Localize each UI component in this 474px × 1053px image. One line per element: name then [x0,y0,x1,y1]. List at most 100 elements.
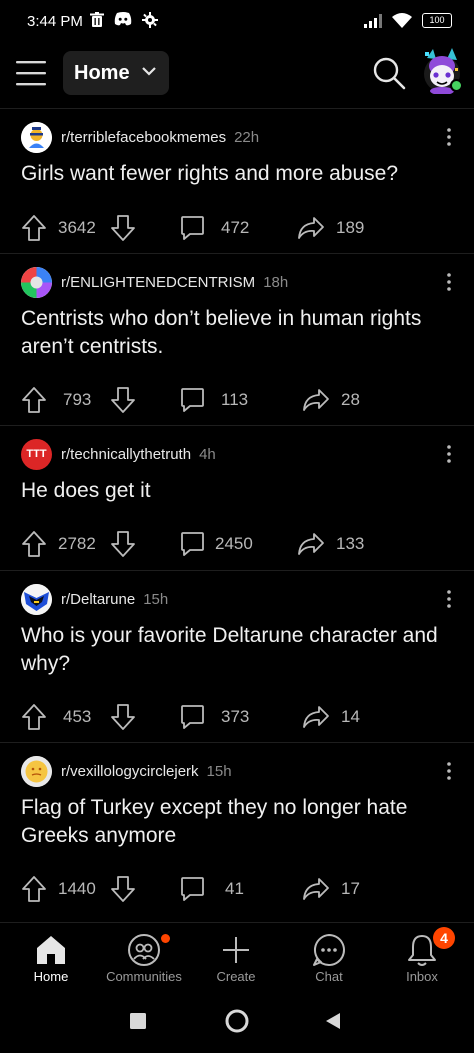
share-button[interactable]: 133 [297,527,364,561]
comments-button[interactable]: 2450 [180,527,253,561]
feed-selector-label: Home [74,61,130,84]
upvote-button[interactable] [21,872,47,906]
home-feed: r/terriblefacebookmemes 22h Girls want f… [0,108,474,914]
upvote-button[interactable] [21,383,47,417]
subreddit-icon[interactable]: TTT [21,438,52,470]
political-compass-icon [21,266,52,298]
share-count: 133 [336,534,365,553]
vote-count: 1440 [58,879,96,898]
nav-inbox[interactable]: 4 Inbox [377,927,467,984]
downvote-arrow-icon [111,704,135,730]
upvote-arrow-icon [22,387,46,413]
post-actions: 453 373 14 [21,700,461,734]
post-header: r/ENLIGHTENEDCENTRISM 18h [21,266,288,298]
comment-count: 113 [221,390,249,409]
subreddit-icon[interactable] [21,266,52,298]
status-bar: 3:44 PM 100 [0,0,474,46]
downvote-button[interactable] [110,872,136,906]
nav-inbox-label: Inbox [406,969,438,984]
share-button[interactable]: 14 [302,700,360,734]
vote-count: 2782 [58,534,96,553]
post-title[interactable]: Who is your favorite Deltarune character… [21,622,454,678]
post-title[interactable]: Girls want fewer rights and more abuse? [21,160,454,188]
downvote-button[interactable] [110,383,136,417]
post-header: r/vexillologycirclejerk 15h [21,755,232,787]
nav-communities[interactable]: Communities [99,931,189,984]
upvote-arrow-icon [22,876,46,902]
nav-chat[interactable]: Chat [284,931,374,984]
feed-post[interactable]: TTT r/technicallythetruth 4h He does get… [0,425,474,570]
hamburger-menu-icon[interactable] [16,60,46,86]
bell-icon: 4 [377,927,467,969]
post-title[interactable]: Flag of Turkey except they no longer hat… [21,794,454,850]
upvote-button[interactable] [21,700,47,734]
trash-icon [90,12,104,27]
subreddit-name[interactable]: r/terriblefacebookmemes [61,129,226,146]
online-status-dot [450,79,463,92]
subreddit-name[interactable]: r/ENLIGHTENEDCENTRISM [61,274,255,291]
upvote-button[interactable] [21,527,47,561]
signal-icon [364,13,382,28]
post-age: 15h [206,762,232,780]
user-avatar[interactable] [419,46,465,95]
more-options-icon[interactable] [446,272,452,292]
comments-button[interactable]: 472 [180,211,249,245]
subreddit-icon[interactable] [21,755,52,787]
vexillologycirclejerk-icon [21,755,52,787]
comment-count: 472 [221,218,250,237]
more-options-icon[interactable] [446,127,452,147]
downvote-arrow-icon [111,387,135,413]
subreddit-name[interactable]: r/vexillologycirclejerk [61,763,199,780]
downvote-button[interactable] [110,527,136,561]
settings-gear-icon [142,12,158,28]
recent-apps-icon[interactable] [130,1013,146,1029]
downvote-button[interactable] [110,700,136,734]
comment-bubble-icon [181,532,204,556]
share-arrow-icon [303,706,329,728]
feed-post[interactable]: r/vexillologycirclejerk 15h Flag of Turk… [0,742,474,914]
vote-count: 3642 [58,218,96,237]
feed-post[interactable]: r/terriblefacebookmemes 22h Girls want f… [0,108,474,253]
subreddit-name[interactable]: r/technicallythetruth [61,446,191,463]
downvote-button[interactable] [110,211,136,245]
downvote-arrow-icon [111,531,135,557]
subreddit-icon[interactable] [21,583,52,615]
nav-create[interactable]: Create [191,931,281,984]
share-arrow-icon [303,389,329,411]
battery-indicator: 100 [422,13,452,28]
feed-post[interactable]: r/ENLIGHTENEDCENTRISM 18h Centrists who … [0,253,474,425]
subreddit-icon[interactable] [21,121,52,153]
share-arrow-icon [298,217,324,239]
more-options-icon[interactable] [446,589,452,609]
back-triangle-icon[interactable] [325,1012,341,1030]
share-arrow-icon [298,533,324,555]
more-options-icon[interactable] [446,444,452,464]
post-title[interactable]: He does get it [21,477,454,505]
android-system-navigation [0,996,474,1053]
feed-post[interactable]: r/Deltarune 15h Who is your favorite Del… [0,570,474,742]
upvote-button[interactable] [21,211,47,245]
share-count: 17 [341,879,360,898]
share-button[interactable]: 28 [302,383,360,417]
status-time: 3:44 PM [27,13,83,30]
chat-icon [284,931,374,969]
comments-button[interactable]: 373 [180,700,249,734]
share-button[interactable]: 17 [302,872,360,906]
terriblefacebookmemes-icon [21,121,52,153]
home-circle-icon[interactable] [225,1009,249,1033]
nav-home[interactable]: Home [6,931,96,984]
search-icon[interactable] [371,55,407,91]
post-age: 22h [234,128,260,146]
vote-count: 793 [63,390,92,409]
post-header: r/Deltarune 15h [21,583,168,615]
share-button[interactable]: 189 [297,211,364,245]
comments-button[interactable]: 41 [180,872,244,906]
post-title[interactable]: Centrists who don’t believe in human rig… [21,305,454,361]
more-options-icon[interactable] [446,761,452,781]
feed-selector-dropdown[interactable]: Home [63,51,169,95]
plus-icon [191,931,281,969]
comment-bubble-icon [181,877,204,901]
comments-button[interactable]: 113 [180,383,248,417]
subreddit-name[interactable]: r/Deltarune [61,591,135,608]
post-actions: 2782 2450 133 [21,527,461,561]
